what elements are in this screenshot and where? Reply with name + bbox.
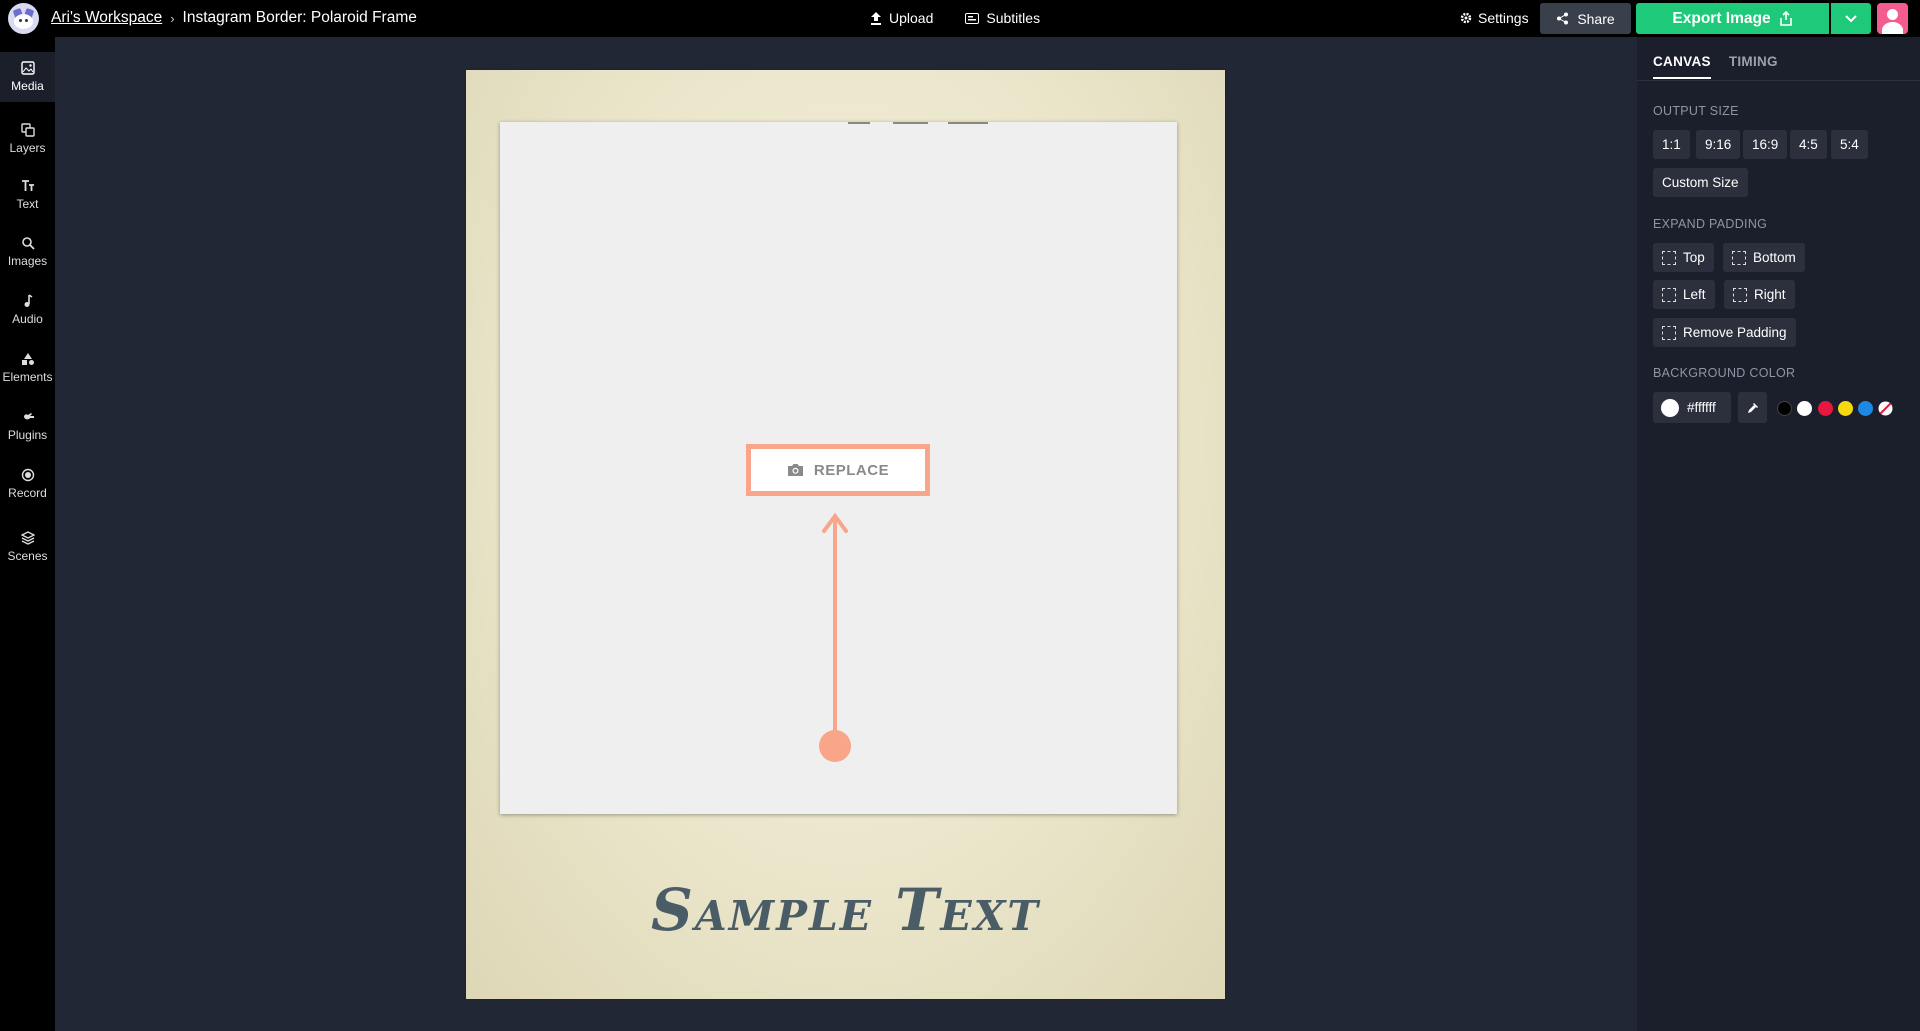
sidebar-item-label: Media [11,79,44,93]
settings-button[interactable]: Settings [1460,10,1529,26]
padding-left-button[interactable]: Left [1653,280,1715,309]
sidebar-item-layers[interactable]: Layers [0,114,55,164]
export-label: Export Image [1672,9,1771,27]
sidebar-item-label: Layers [9,141,46,155]
swatch-black[interactable] [1777,401,1792,416]
color-hex-value: #ffffff [1687,400,1716,415]
search-icon [21,237,35,250]
remove-padding-button[interactable]: Remove Padding [1653,318,1796,347]
padding-left-label: Left [1683,287,1706,302]
sidebar-item-label: Audio [12,312,43,326]
size-16-9-button[interactable]: 16:9 [1743,130,1788,159]
sidebar-item-audio[interactable]: Audio [0,285,55,335]
subtitles-icon [965,12,980,24]
replace-button[interactable]: REPLACE [746,444,930,496]
stack-icon [20,531,35,545]
upload-button[interactable]: Upload [870,10,933,26]
share-label: Share [1577,10,1615,27]
padding-top-button[interactable]: Top [1653,243,1714,272]
workspace-logo[interactable] [8,3,39,34]
shapes-icon [21,353,34,365]
sidebar-item-record[interactable]: Record [0,459,55,509]
expand-padding-label: EXPAND PADDING [1653,217,1768,231]
top-bar: Ari's Workspace › Instagram Border: Pola… [0,0,1920,37]
tab-canvas[interactable]: CANVAS [1653,54,1711,79]
replace-label: REPLACE [813,461,890,479]
tape-marks [848,122,988,124]
plugin-icon [23,413,34,420]
size-5-4-button[interactable]: 5:4 [1831,130,1868,159]
subtitles-label: Subtitles [986,10,1041,26]
text-icon [21,180,34,191]
sidebar-item-label: Record [8,486,47,500]
dashed-square-icon [1732,250,1746,265]
sidebar-item-label: Elements [2,370,53,384]
breadcrumb: Ari's Workspace › Instagram Border: Pola… [51,9,417,27]
sidebar-item-label: Plugins [7,428,48,442]
color-preview [1661,398,1679,417]
dashed-square-icon [1733,287,1747,302]
padding-right-label: Right [1754,287,1786,302]
output-size-label: OUTPUT SIZE [1653,104,1739,118]
dashed-square-icon [1662,250,1676,265]
upload-icon [871,11,881,25]
sidebar-item-label: Images [7,254,48,268]
padding-bottom-button[interactable]: Bottom [1723,243,1805,272]
swatch-red[interactable] [1818,401,1833,416]
size-9-16-button[interactable]: 9:16 [1696,130,1741,159]
background-color-picker[interactable]: #ffffff [1653,392,1731,423]
panel-tabs: CANVAS TIMING [1653,54,1778,79]
settings-label: Settings [1478,10,1529,26]
export-icon [1779,11,1792,26]
export-image-button[interactable]: Export Image [1636,3,1829,34]
padding-top-label: Top [1683,250,1705,265]
user-avatar[interactable] [1877,3,1908,34]
layers-icon [20,123,35,137]
workspace-link[interactable]: Ari's Workspace [51,9,162,27]
left-sidebar: Media Layers Text Images Audio Elements … [0,37,55,1031]
sidebar-item-text[interactable]: Text [0,170,55,220]
dashed-square-icon [1662,325,1676,340]
sidebar-item-plugins[interactable]: Plugins [0,401,55,451]
eyedropper-icon [1747,402,1758,413]
remove-padding-label: Remove Padding [1683,325,1787,340]
chevron-right-icon: › [170,10,175,26]
sidebar-item-images[interactable]: Images [0,227,55,277]
swatch-transparent-icon[interactable] [1878,401,1893,416]
top-actions: Upload Subtitles [870,10,1040,26]
subtitles-button[interactable]: Subtitles [965,10,1040,26]
arrow-pointer [819,512,851,762]
image-icon [20,61,35,75]
sidebar-item-label: Text [16,197,39,211]
padding-right-button[interactable]: Right [1724,280,1795,309]
size-1-1-button[interactable]: 1:1 [1653,130,1690,159]
size-4-5-button[interactable]: 4:5 [1790,130,1827,159]
gear-icon [1460,12,1472,24]
upload-label: Upload [889,10,934,26]
swatch-yellow[interactable] [1838,401,1853,416]
chevron-down-icon [1845,14,1857,22]
divider [1637,80,1920,81]
custom-size-button[interactable]: Custom Size [1653,168,1748,197]
sidebar-item-label: Scenes [7,549,48,563]
record-icon [21,468,34,482]
eyedropper-button[interactable] [1738,392,1767,423]
share-icon [1557,12,1569,25]
sidebar-item-media[interactable]: Media [0,52,55,102]
swatch-blue[interactable] [1858,401,1873,416]
camera-icon [787,464,803,476]
dashed-square-icon [1662,287,1676,302]
sidebar-item-elements[interactable]: Elements [0,343,55,393]
export-dropdown-button[interactable] [1831,3,1871,34]
swatch-white[interactable] [1797,401,1812,416]
sidebar-item-scenes[interactable]: Scenes [0,522,55,572]
tab-timing[interactable]: TIMING [1729,54,1778,79]
sample-text[interactable]: Sample Text [466,876,1225,944]
background-color-label: BACKGROUND COLOR [1653,366,1796,380]
share-button[interactable]: Share [1540,3,1631,34]
project-title[interactable]: Instagram Border: Polaroid Frame [183,9,417,27]
padding-bottom-label: Bottom [1753,250,1796,265]
music-note-icon [24,294,32,307]
